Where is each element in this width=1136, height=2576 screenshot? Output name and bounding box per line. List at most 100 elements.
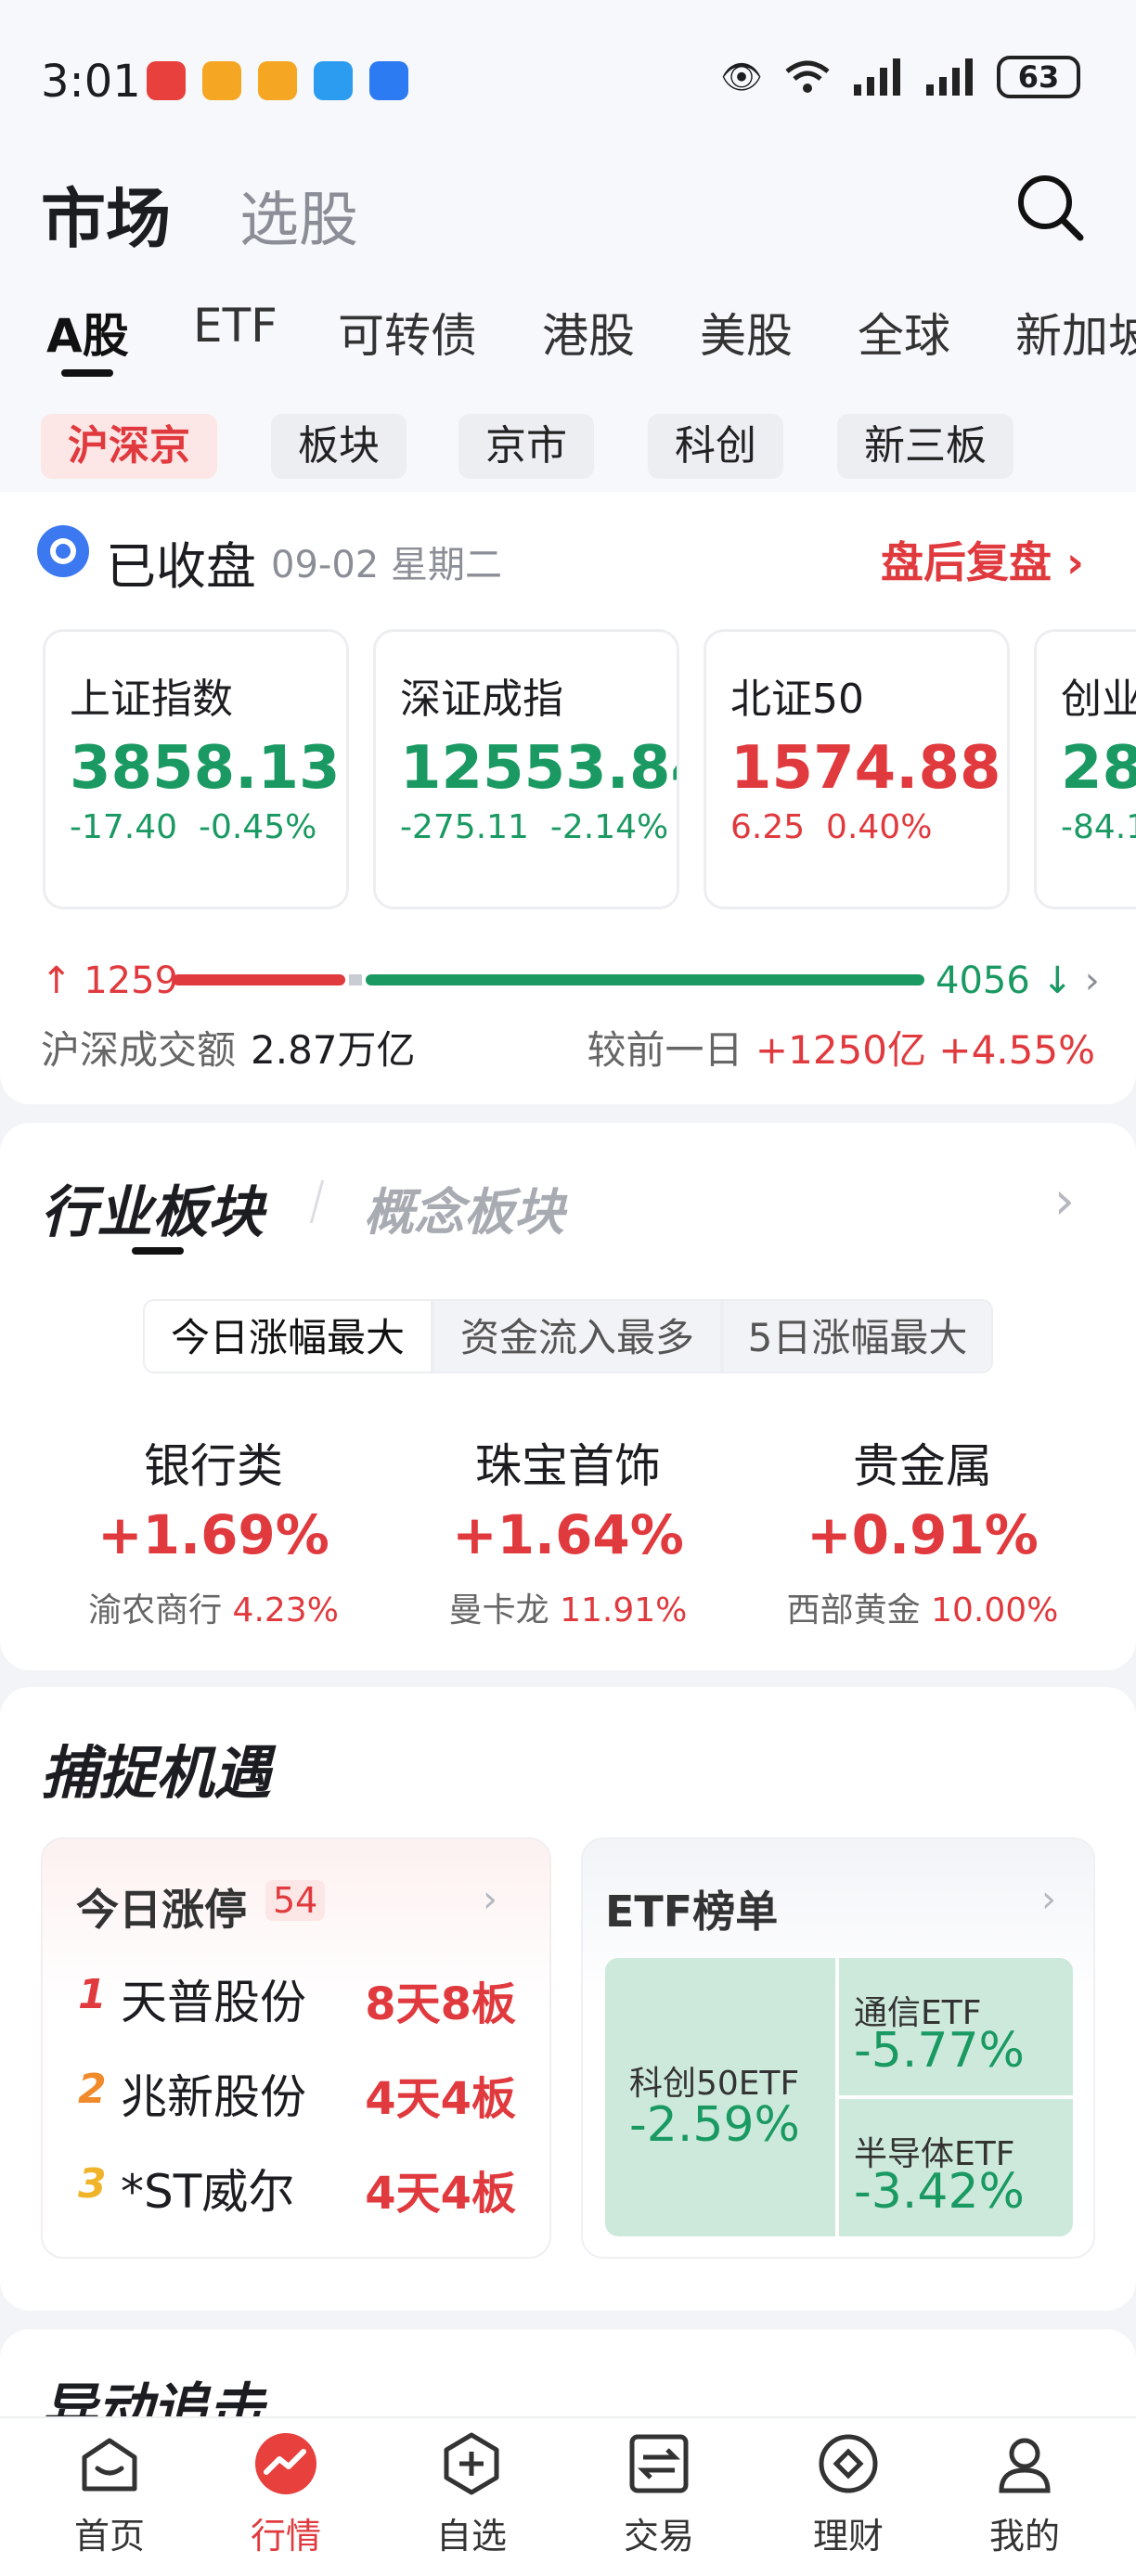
eye-icon: 👁 [720, 58, 763, 97]
signal-icon [854, 58, 900, 96]
etf-tile-semiconductor[interactable]: 半导体ETF -3.42% [839, 2099, 1073, 2236]
wifi-icon [785, 60, 830, 93]
message-app-icon [314, 61, 353, 100]
etf-tile-star50[interactable]: 科创50ETF -2.59% [605, 1958, 835, 2236]
stock-name[interactable]: 兆新股份 [121, 2060, 306, 2127]
huawei-app-icon [147, 61, 186, 100]
nav-label: 理财 [812, 2516, 884, 2557]
etf-tile-telecom[interactable]: 通信ETF -5.77% [839, 1958, 1073, 2095]
etf-pct: -2.59% [629, 2097, 800, 2153]
index-name: 深证成指 [400, 676, 563, 723]
segment-top-gainers[interactable]: 今日涨幅最大 [143, 1299, 432, 1373]
status-icons: 👁 63 [720, 56, 1080, 98]
index-card-sz[interactable]: 深证成指 12553.84 -275.11 -2.14% [373, 629, 679, 909]
tab-global[interactable]: 全球 [858, 299, 950, 366]
industry-sector-tab[interactable]: 行业板块 [41, 1167, 264, 1248]
advancers-count: ↑ 1259 [41, 960, 179, 1002]
segment-top-inflow[interactable]: 资金流入最多 [432, 1299, 722, 1373]
rank-number: 3 [78, 2160, 107, 2208]
limit-up-streak: 8天8板 [365, 1978, 516, 2030]
tab-singapore[interactable]: 新加坡 [1015, 299, 1136, 366]
volume-compare: 较前一日 +1250亿 +4.55% [587, 1027, 1095, 1073]
page-title[interactable]: 市场 [41, 167, 171, 261]
index-value: 12553.84 [400, 734, 677, 803]
rank-number: 2 [78, 2066, 107, 2113]
index-name: 北证50 [730, 676, 864, 723]
stock-name[interactable]: *ST威尔 [121, 2155, 294, 2222]
concept-sector-tab[interactable]: 概念板块 [364, 1171, 564, 1244]
nav-trade[interactable]: 交易 [575, 2431, 742, 2558]
index-change: -84.1 [1061, 808, 1136, 846]
nav-home[interactable]: 首页 [26, 2431, 193, 2558]
decliners-count[interactable]: 4056 ↓ › [936, 960, 1100, 1002]
trade-icon [629, 2434, 689, 2493]
tab-etf[interactable]: ETF [193, 299, 278, 353]
nav-label: 交易 [623, 2516, 694, 2557]
chip-sector[interactable]: 板块 [271, 414, 407, 479]
tab-a-shares[interactable]: A股 [46, 299, 129, 366]
chevron-right-icon: › [1084, 960, 1100, 1002]
sector-pct: +1.64% [452, 1503, 684, 1566]
chevron-right-icon[interactable]: › [1041, 1878, 1056, 1921]
chip-neeq[interactable]: 新三板 [837, 414, 1013, 479]
after-close-review-link[interactable]: 盘后复盘 › [881, 529, 1084, 590]
market-date: 09-02 星期二 [271, 544, 502, 586]
tab-convertible[interactable]: 可转债 [338, 299, 477, 366]
tab-us[interactable]: 美股 [700, 299, 793, 366]
nav-wealth[interactable]: 理财 [765, 2431, 932, 2558]
chevron-right-icon[interactable]: › [483, 1878, 497, 1921]
etf-pct: -5.77% [854, 2023, 1025, 2079]
nav-label: 自选 [435, 2516, 507, 2557]
chip-bj[interactable]: 京市 [458, 414, 594, 479]
nav-market[interactable]: 行情 [202, 2431, 369, 2558]
weibo-app-icon-2 [258, 61, 297, 100]
opportunity-title: 捕捉机遇 [41, 1739, 272, 1807]
home-icon [82, 2438, 137, 2492]
chip-shsz[interactable]: 沪深京 [41, 414, 217, 479]
volume-label: 沪深成交额 [41, 1027, 237, 1073]
market-status-icon [37, 525, 89, 577]
decliners-bar [366, 974, 924, 985]
add-watchlist-icon [444, 2432, 499, 2495]
volume-value: 2.87万亿 [251, 1027, 416, 1073]
sector-name[interactable]: 银行类 [37, 1429, 390, 1496]
sector-leader: 渝农商行 4.23% [88, 1591, 339, 1629]
stock-picker-tab[interactable]: 选股 [239, 173, 358, 258]
advancers-bar [173, 974, 345, 985]
nav-label: 我的 [988, 2516, 1060, 2557]
limit-up-streak: 4天4板 [365, 2073, 516, 2125]
sector-name[interactable]: 珠宝首饰 [392, 1429, 744, 1496]
sector-pct: +1.69% [97, 1503, 329, 1566]
search-icon[interactable] [1013, 171, 1086, 243]
tab-indicator [132, 1247, 184, 1255]
index-card-chinext[interactable]: 创业 28 -84.1 [1034, 629, 1136, 909]
index-change: -17.40 -0.45% [70, 808, 317, 846]
index-card-bj50[interactable]: 北证50 1574.88 6.25 0.40% [704, 629, 1010, 909]
index-card-sh[interactable]: 上证指数 3858.13 -17.40 -0.45% [43, 629, 349, 909]
chevron-right-icon: › [1066, 537, 1084, 587]
chevron-right-icon[interactable]: › [1054, 1171, 1075, 1231]
sector-pct: +0.91% [807, 1503, 1039, 1566]
user-icon [999, 2438, 1051, 2493]
index-change: 6.25 0.40% [730, 808, 933, 846]
segment-5day-gainers[interactable]: 5日涨幅最大 [722, 1299, 993, 1373]
nav-label: 首页 [73, 2516, 145, 2557]
tab-hk[interactable]: 港股 [542, 299, 635, 366]
etf-pct: -3.42% [854, 2164, 1025, 2220]
tab-indicator [61, 369, 113, 377]
market-trend-icon [255, 2433, 316, 2494]
nav-watchlist[interactable]: 自选 [388, 2431, 555, 2558]
review-label: 盘后复盘 [881, 537, 1052, 587]
index-name: 创业 [1061, 676, 1136, 723]
status-time: 3:01 [41, 56, 141, 108]
weibo-app-icon [202, 61, 241, 100]
nav-profile[interactable]: 我的 [941, 2431, 1108, 2558]
index-name: 上证指数 [70, 676, 233, 723]
stock-name[interactable]: 天普股份 [121, 1965, 306, 2032]
limit-up-count: 54 [265, 1880, 326, 1921]
index-change: -275.11 -2.14% [400, 808, 669, 846]
chip-star[interactable]: 科创 [648, 414, 783, 479]
limit-up-streak: 4天4板 [365, 2168, 516, 2220]
battery-indicator: 63 [997, 56, 1080, 98]
sector-name[interactable]: 贵金属 [746, 1429, 1099, 1496]
